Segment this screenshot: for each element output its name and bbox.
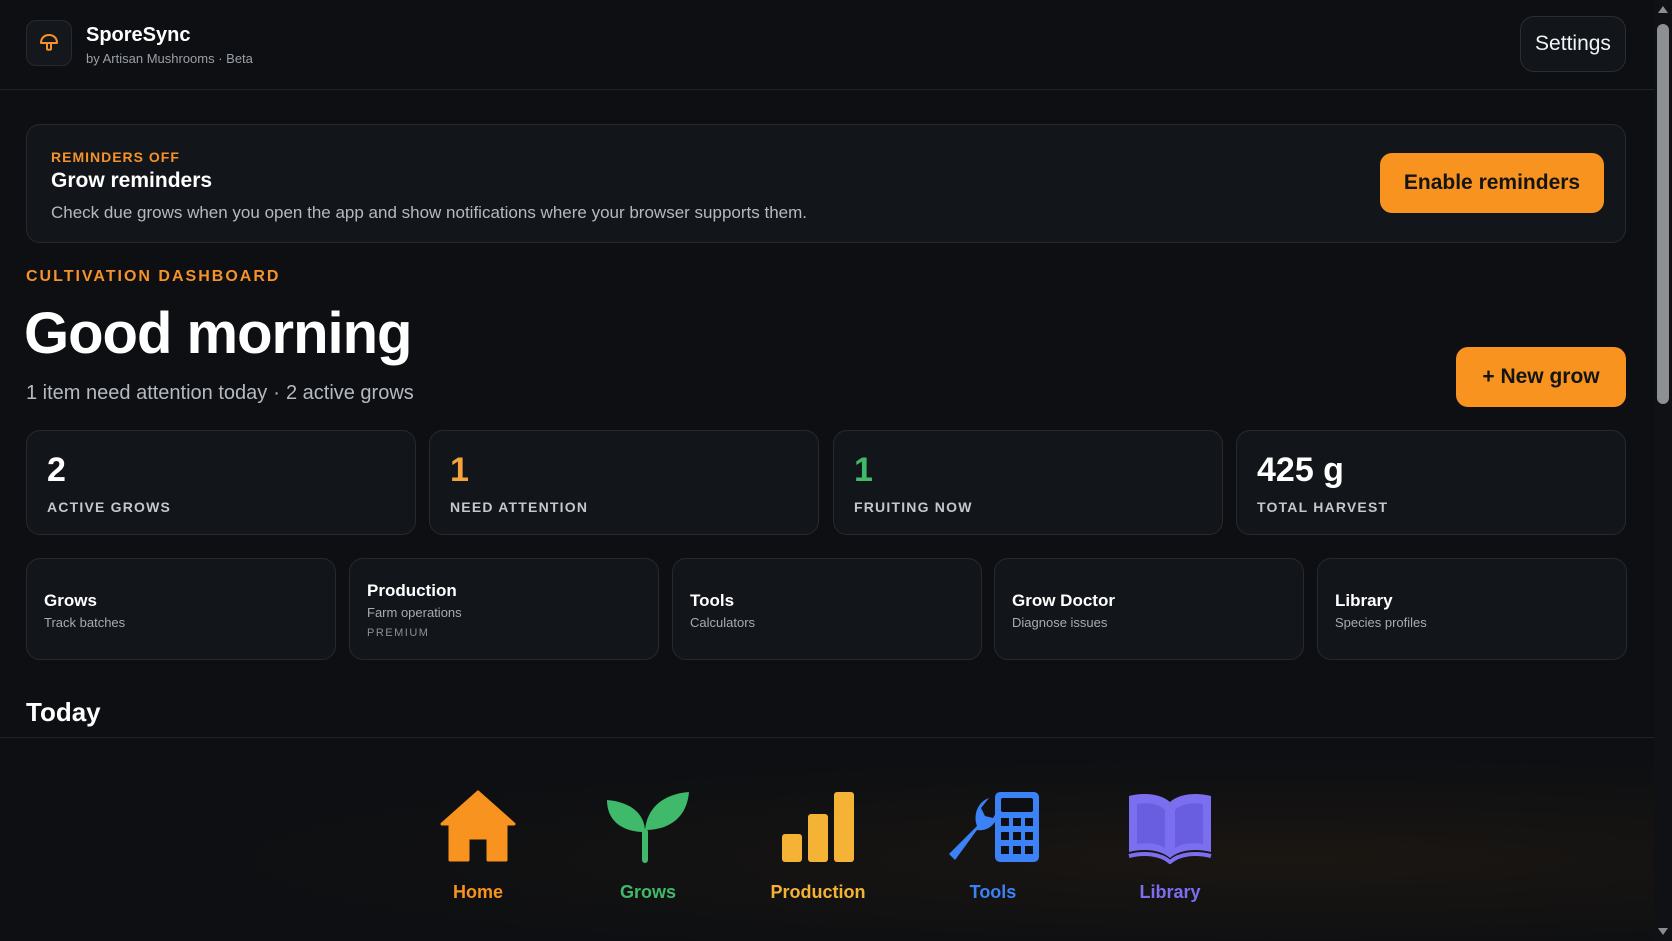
stat-value: 1 <box>450 451 469 489</box>
stat-value: 425 g <box>1257 451 1344 489</box>
nav-label: Home <box>452 882 503 902</box>
stat-fruiting-now: 1 FRUITING NOW <box>833 430 1223 535</box>
scroll-up-arrow-icon[interactable] <box>1658 6 1668 13</box>
card-tools[interactable]: Tools Calculators <box>672 558 982 660</box>
summary-attention: 1 item need attention today <box>26 382 268 404</box>
bottom-nav: Home Grows Production Tools Library <box>0 737 1654 941</box>
enable-reminders-button[interactable]: Enable reminders <box>1380 153 1604 213</box>
bar-chart-icon <box>782 792 854 862</box>
stat-active-grows: 2 ACTIVE GROWS <box>26 430 416 535</box>
card-subtitle: Track batches <box>44 615 126 630</box>
stat-label: ACTIVE GROWS <box>47 499 172 515</box>
stat-value: 2 <box>47 451 66 489</box>
card-production[interactable]: Production Farm operations PREMIUM <box>349 558 659 660</box>
new-grow-button[interactable]: + New grow <box>1456 347 1626 407</box>
nav-library[interactable]: Library <box>1100 788 1240 908</box>
section-today-title: Today <box>26 697 101 727</box>
sprout-icon <box>607 792 689 863</box>
nav-grows[interactable]: Grows <box>578 788 718 908</box>
card-library[interactable]: Library Species profiles <box>1317 558 1627 660</box>
reminder-description: Check due grows when you open the app an… <box>51 203 807 222</box>
nav-home[interactable]: Home <box>408 788 548 908</box>
card-title: Production <box>367 581 457 600</box>
dashboard-eyebrow: CULTIVATION DASHBOARD <box>26 268 281 285</box>
tools-calculator-icon <box>949 792 1039 862</box>
house-icon <box>440 790 516 862</box>
app-subtitle: by Artisan Mushrooms · Beta <box>86 51 253 66</box>
stat-label: NEED ATTENTION <box>450 499 589 515</box>
card-grows[interactable]: Grows Track batches <box>26 558 336 660</box>
card-subtitle: Diagnose issues <box>1012 615 1108 630</box>
nav-production[interactable]: Production <box>748 788 888 908</box>
card-subtitle: Species profiles <box>1335 615 1427 630</box>
stat-need-attention: 1 NEED ATTENTION <box>429 430 819 535</box>
page-title: Good morning <box>24 301 412 366</box>
premium-badge: PREMIUM <box>367 627 430 639</box>
app-header: SporeSync by Artisan Mushrooms · Beta Se… <box>0 0 1654 90</box>
reminder-banner: REMINDERS OFF Grow reminders Check due g… <box>26 124 1626 243</box>
card-title: Tools <box>690 591 735 610</box>
stat-total-harvest: 425 g TOTAL HARVEST <box>1236 430 1626 535</box>
app-name: SporeSync <box>86 24 191 46</box>
scroll-down-arrow-icon[interactable] <box>1658 928 1668 935</box>
dashboard-summary: 1 item need attention today · 2 active gro… <box>26 382 414 405</box>
app-page: SporeSync by Artisan Mushrooms · Beta Se… <box>0 0 1654 941</box>
reminder-title: Grow reminders <box>51 169 213 192</box>
settings-button[interactable]: Settings <box>1520 16 1626 72</box>
card-title: Library <box>1335 591 1393 610</box>
nav-label: Tools <box>969 882 1017 902</box>
stat-label: FRUITING NOW <box>854 499 973 515</box>
nav-label: Library <box>1139 882 1201 902</box>
reminder-status: REMINDERS OFF <box>51 149 180 165</box>
scroll-thumb[interactable] <box>1657 24 1669 404</box>
nav-label: Grows <box>619 882 676 902</box>
page-scrollbar[interactable] <box>1654 0 1672 941</box>
mushroom-icon <box>40 34 58 51</box>
nav-tools[interactable]: Tools <box>923 788 1063 908</box>
summary-separator: · <box>273 382 280 404</box>
card-title: Grows <box>44 591 97 610</box>
open-book-icon <box>1128 794 1212 864</box>
nav-label: Production <box>770 882 866 902</box>
stat-label: TOTAL HARVEST <box>1257 499 1389 515</box>
card-subtitle: Calculators <box>690 615 756 630</box>
brand-logo <box>26 20 72 66</box>
stat-value: 1 <box>854 451 873 489</box>
card-title: Grow Doctor <box>1012 591 1115 610</box>
card-subtitle: Farm operations <box>367 605 462 620</box>
card-grow-doctor[interactable]: Grow Doctor Diagnose issues <box>994 558 1304 660</box>
summary-active: 2 active grows <box>285 382 414 404</box>
